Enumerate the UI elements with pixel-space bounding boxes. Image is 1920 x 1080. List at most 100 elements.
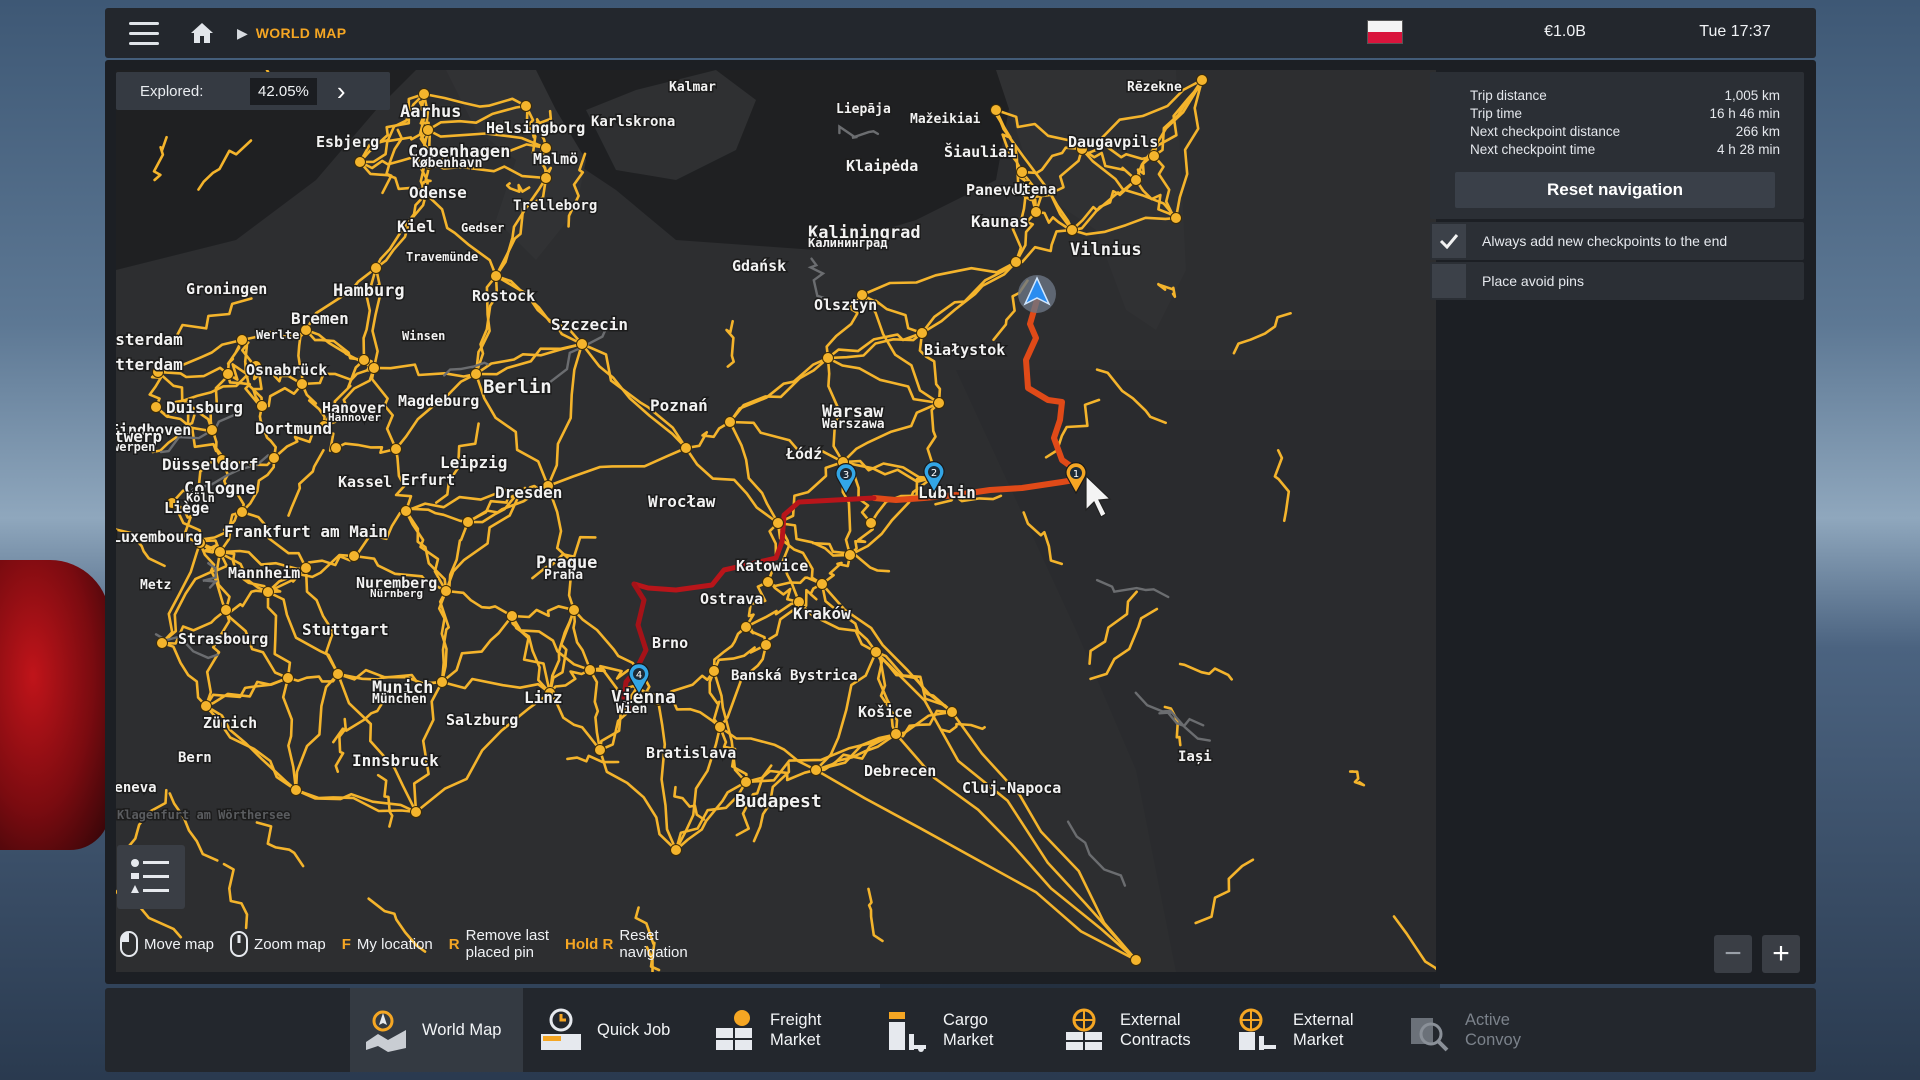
explored-label: Explored:: [140, 82, 204, 100]
city-label: Klagenfurt am Wörthersee: [117, 808, 290, 822]
home-icon[interactable]: [177, 8, 227, 58]
city-dot[interactable]: [222, 368, 234, 380]
city-dot[interactable]: [470, 368, 482, 380]
city-dot[interactable]: [870, 646, 882, 658]
city-dot[interactable]: [262, 586, 274, 598]
always-add-checkpoints-option[interactable]: Always add new checkpoints to the end: [1430, 222, 1804, 260]
city-label: Lublin: [918, 483, 976, 502]
city-dot[interactable]: [400, 505, 412, 517]
city-dot[interactable]: [810, 764, 822, 776]
city-dot[interactable]: [772, 517, 784, 529]
city-dot[interactable]: [762, 576, 774, 588]
city-dot[interactable]: [290, 784, 302, 796]
city-dot[interactable]: [300, 562, 312, 574]
city-dot[interactable]: [816, 578, 828, 590]
city-dot[interactable]: [256, 400, 268, 412]
dock-quick-job[interactable]: Quick Job: [537, 988, 670, 1072]
city-dot[interactable]: [418, 88, 430, 100]
city-dot[interactable]: [282, 672, 294, 684]
city-dot[interactable]: [822, 352, 834, 364]
city-label: Kraków: [793, 604, 851, 623]
zoom-out-button[interactable]: −: [1714, 935, 1752, 973]
city-dot[interactable]: [440, 585, 452, 597]
dock-active-convoy[interactable]: Active Convoy: [1405, 988, 1521, 1072]
city-label: Innsbruck: [352, 751, 439, 770]
city-dot[interactable]: [214, 546, 226, 558]
city-dot[interactable]: [714, 721, 726, 733]
city-dot[interactable]: [576, 338, 588, 350]
city-dot[interactable]: [708, 665, 720, 677]
city-label: Hannover: [328, 411, 381, 424]
city-dot[interactable]: [1030, 206, 1042, 218]
city-dot[interactable]: [422, 124, 434, 136]
city-dot[interactable]: [296, 378, 308, 390]
city-dot[interactable]: [916, 327, 928, 339]
city-dot[interactable]: [330, 442, 342, 454]
hamburger-menu-icon[interactable]: [119, 8, 169, 58]
dock-cargo-market[interactable]: Cargo Market: [883, 988, 993, 1072]
always-add-checkbox[interactable]: [1432, 224, 1466, 258]
dock-world-map[interactable]: World Map: [350, 988, 523, 1072]
reset-navigation-button[interactable]: Reset navigation: [1455, 172, 1775, 208]
city-dot[interactable]: [200, 700, 212, 712]
zoom-in-button[interactable]: +: [1762, 935, 1800, 973]
city-dot[interactable]: [1066, 224, 1078, 236]
dock-external-contracts[interactable]: External Contracts: [1060, 988, 1191, 1072]
external-contracts-globe-icon: [1060, 1006, 1108, 1054]
city-dot[interactable]: [354, 156, 366, 168]
dock-external-market[interactable]: External Market: [1233, 988, 1354, 1072]
city-label: Luxembourg: [116, 528, 202, 546]
map-legend-button[interactable]: [117, 845, 185, 909]
city-dot[interactable]: [844, 549, 856, 561]
city-dot[interactable]: [436, 676, 448, 688]
city-dot[interactable]: [332, 668, 344, 680]
city-dot[interactable]: [1148, 150, 1160, 162]
city-dot[interactable]: [1010, 256, 1022, 268]
city-dot[interactable]: [1016, 166, 1028, 178]
city-dot[interactable]: [760, 639, 772, 651]
city-label: Łódź: [785, 445, 822, 463]
city-dot[interactable]: [150, 401, 162, 413]
avoid-pins-checkbox[interactable]: [1432, 264, 1466, 298]
city-dot[interactable]: [670, 844, 682, 856]
city-dot[interactable]: [865, 517, 877, 529]
city-dot[interactable]: [724, 416, 736, 428]
city-dot[interactable]: [236, 334, 248, 346]
explored-panel[interactable]: Explored: 42.05% ›: [116, 72, 390, 110]
city-dot[interactable]: [1130, 954, 1142, 966]
city-dot[interactable]: [156, 637, 168, 649]
dock-freight-market[interactable]: Freight Market: [710, 988, 821, 1072]
city-dot[interactable]: [740, 776, 752, 788]
city-dot[interactable]: [933, 397, 945, 409]
city-dot[interactable]: [370, 262, 382, 274]
city-dot[interactable]: [1196, 74, 1208, 86]
city-label: Dresden: [495, 483, 562, 502]
city-dot[interactable]: [506, 610, 518, 622]
city-dot[interactable]: [740, 621, 752, 633]
city-dot[interactable]: [358, 354, 370, 366]
city-dot[interactable]: [568, 604, 580, 616]
city-dot[interactable]: [236, 506, 248, 518]
city-dot[interactable]: [990, 104, 1002, 116]
city-dot[interactable]: [1170, 212, 1182, 224]
chevron-right-icon[interactable]: ›: [337, 78, 346, 104]
world-map[interactable]: Kalmar Aarhus Helsingborg Karlskrona Esbjerg…: [116, 70, 1436, 972]
city-dot[interactable]: [946, 706, 958, 718]
city-dot[interactable]: [1130, 174, 1142, 186]
city-dot[interactable]: [584, 664, 596, 676]
city-dot[interactable]: [540, 172, 552, 184]
city-dot[interactable]: [220, 604, 232, 616]
city-dot[interactable]: [680, 442, 692, 454]
city-dot[interactable]: [368, 362, 380, 374]
city-dot[interactable]: [410, 806, 422, 818]
place-avoid-pins-option[interactable]: Place avoid pins: [1430, 262, 1804, 300]
city-dot[interactable]: [390, 443, 402, 455]
city-dot[interactable]: [890, 728, 902, 740]
city-dot[interactable]: [594, 744, 606, 756]
city-dot[interactable]: [348, 550, 360, 562]
city-dot[interactable]: [462, 516, 474, 528]
city-dot[interactable]: [268, 452, 280, 464]
city-dot[interactable]: [206, 424, 218, 436]
city-dot[interactable]: [490, 270, 502, 282]
city-dot[interactable]: [520, 100, 532, 112]
